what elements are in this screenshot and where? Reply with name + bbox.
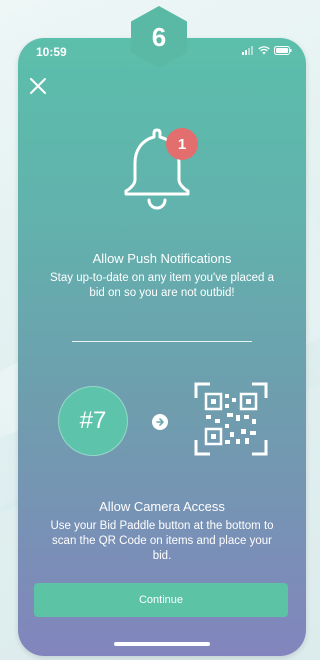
- notifications-title: Allow Push Notifications: [92, 251, 232, 266]
- wifi-icon: [258, 46, 270, 55]
- battery-icon: [274, 46, 292, 55]
- bid-paddle-button: #7: [58, 386, 128, 456]
- phone-screen: 10:59 1 Allow Push Notifications Stay up…: [18, 38, 306, 656]
- notifications-description: Stay up-to-date on any item you've place…: [49, 272, 275, 299]
- paddle-label: #7: [79, 407, 107, 434]
- notification-badge: 1: [166, 128, 198, 160]
- arrow-right-icon: [152, 414, 168, 430]
- camera-description: Use your Bid Paddle button at the bottom…: [50, 520, 274, 562]
- signal-icon: [242, 46, 253, 55]
- qr-code-icon: [194, 382, 268, 456]
- close-icon[interactable]: [28, 76, 48, 96]
- status-icons: [242, 46, 292, 55]
- camera-title: Allow Camera Access: [99, 499, 225, 514]
- divider: [72, 341, 252, 342]
- status-time: 10:59: [36, 45, 67, 59]
- home-indicator[interactable]: [114, 642, 210, 646]
- continue-button[interactable]: Continue: [34, 583, 288, 617]
- step-number: 6: [151, 21, 167, 52]
